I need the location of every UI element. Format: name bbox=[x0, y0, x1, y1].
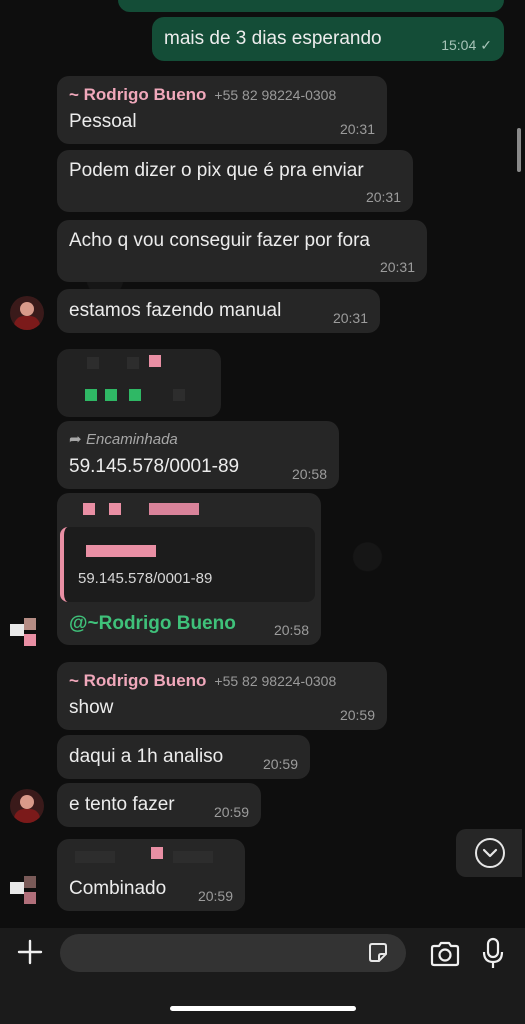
redacted-pixel bbox=[149, 355, 161, 367]
redacted-message[interactable] bbox=[57, 349, 221, 417]
redacted-pixel bbox=[85, 389, 97, 401]
incoming-message[interactable]: ~ Rodrigo Bueno +55 82 98224-0308 Pessoal… bbox=[57, 76, 387, 144]
redacted-pixel bbox=[75, 851, 115, 863]
microphone-icon[interactable] bbox=[481, 937, 505, 971]
microphone-glyph bbox=[482, 937, 504, 968]
incoming-message[interactable]: Acho q vou conseguir fazer por fora 20:3… bbox=[57, 220, 427, 282]
message-text: 59.145.578/0001-89 bbox=[69, 456, 240, 477]
scroll-down-button[interactable] bbox=[456, 829, 522, 877]
outgoing-message[interactable]: mais de 3 dias esperando 15:04 ✓ bbox=[152, 17, 504, 61]
message-time: 20:31 bbox=[339, 121, 375, 137]
redacted-pixel bbox=[127, 357, 139, 369]
scrollbar[interactable] bbox=[517, 128, 521, 172]
forward-arrow-icon: ➦ bbox=[69, 431, 82, 448]
incoming-message[interactable]: Podem dizer o pix que é pra enviar 20:31 bbox=[57, 150, 413, 212]
avatar-shirt bbox=[14, 809, 40, 823]
redacted-pixel bbox=[87, 357, 99, 369]
sender-phone: +55 82 98224-0308 bbox=[214, 673, 337, 689]
chevron-down-icon bbox=[475, 838, 505, 868]
camera-glyph bbox=[430, 941, 460, 967]
redacted-pixel bbox=[10, 624, 24, 636]
sender-line: ~ Rodrigo Bueno +55 82 98224-0308 bbox=[69, 671, 336, 691]
sender-name[interactable]: ~ Rodrigo Bueno bbox=[69, 671, 206, 690]
redacted-pixel bbox=[24, 892, 36, 904]
redacted-pixel bbox=[109, 503, 121, 515]
avatar[interactable] bbox=[10, 614, 44, 648]
quoted-message[interactable]: 59.145.578/0001-89 bbox=[60, 527, 315, 602]
plus-icon[interactable] bbox=[16, 938, 44, 966]
avatar[interactable] bbox=[10, 296, 44, 330]
message-time: 20:59 bbox=[339, 707, 375, 723]
redacted-pixel bbox=[86, 545, 156, 557]
redacted-pixel bbox=[83, 503, 95, 515]
sticker-icon[interactable] bbox=[366, 941, 390, 965]
redacted-pixel bbox=[129, 389, 141, 401]
sender-phone: +55 82 98224-0308 bbox=[214, 87, 337, 103]
incoming-message[interactable]: Combinado 20:59 bbox=[57, 839, 245, 911]
mention-text[interactable]: @~Rodrigo Bueno bbox=[69, 612, 236, 636]
message-time: 20:58 bbox=[291, 466, 327, 482]
forwarded-text: Encaminhada bbox=[86, 431, 178, 448]
redacted-pixel bbox=[24, 634, 36, 646]
incoming-message[interactable]: e tento fazer 20:59 bbox=[57, 783, 261, 827]
message-time: 20:31 bbox=[332, 310, 368, 326]
redacted-pixel bbox=[173, 389, 185, 401]
chat-area[interactable]: mais de 3 dias esperando 15:04 ✓ ~ Rodrig… bbox=[0, 0, 525, 928]
avatar-shirt bbox=[14, 316, 40, 330]
avatar-face bbox=[20, 795, 34, 809]
redacted-pixel bbox=[149, 503, 199, 515]
message-text: estamos fazendo manual bbox=[69, 300, 282, 321]
sticker-glyph bbox=[369, 943, 387, 962]
message-text: e tento fazer bbox=[69, 794, 175, 815]
redacted-pixel bbox=[105, 389, 117, 401]
forwarded-label: ➦ Encaminhada bbox=[69, 430, 178, 449]
redacted-pixel bbox=[173, 851, 213, 863]
message-time: 15:04 ✓ bbox=[441, 37, 492, 54]
message-text: daqui a 1h analiso bbox=[69, 746, 224, 767]
forwarded-message[interactable]: ➦ Encaminhada 59.145.578/0001-89 20:58 bbox=[57, 421, 339, 489]
message-text: show bbox=[69, 697, 114, 718]
avatar[interactable] bbox=[10, 872, 44, 906]
avatar-face bbox=[20, 302, 34, 316]
message-time: 20:59 bbox=[262, 756, 298, 772]
mention[interactable]: @~Rodrigo Bueno bbox=[69, 613, 236, 634]
sender-name[interactable]: ~ Rodrigo Bueno bbox=[69, 85, 206, 104]
home-indicator[interactable] bbox=[170, 1006, 356, 1011]
message-input[interactable] bbox=[60, 934, 406, 972]
camera-icon[interactable] bbox=[429, 940, 461, 968]
chevron-down-glyph bbox=[482, 848, 498, 858]
message-time: 20:59 bbox=[197, 888, 233, 904]
incoming-message[interactable]: ~ Rodrigo Bueno +55 82 98224-0308 show 20… bbox=[57, 662, 387, 730]
redacted-pixel bbox=[151, 847, 163, 859]
sender-line: ~ Rodrigo Bueno +55 82 98224-0308 bbox=[69, 85, 336, 105]
plus-glyph bbox=[17, 939, 43, 965]
redacted-pixel bbox=[10, 882, 24, 894]
avatar[interactable] bbox=[10, 789, 44, 823]
incoming-message[interactable]: daqui a 1h analiso 20:59 bbox=[57, 735, 310, 779]
redacted-pixel bbox=[24, 876, 36, 888]
message-text: Pessoal bbox=[69, 111, 137, 132]
message-time: 20:59 bbox=[213, 804, 249, 820]
message-text: Acho q vou conseguir fazer por fora bbox=[69, 230, 371, 251]
message-text: Podem dizer o pix que é pra enviar bbox=[69, 160, 364, 181]
incoming-message[interactable]: estamos fazendo manual 20:31 bbox=[57, 289, 380, 333]
quoted-text: 59.145.578/0001-89 bbox=[78, 570, 213, 587]
time-text: 15:04 bbox=[441, 37, 477, 53]
message-time: 20:58 bbox=[273, 622, 309, 638]
message-time: 20:31 bbox=[365, 189, 401, 205]
message-text: mais de 3 dias esperando bbox=[164, 28, 382, 49]
message-text: Combinado bbox=[69, 878, 167, 899]
message-time: 20:31 bbox=[379, 259, 415, 275]
check-icon: ✓ bbox=[480, 37, 492, 53]
redacted-pixel bbox=[24, 618, 36, 630]
outgoing-bubble-partial bbox=[118, 0, 504, 12]
